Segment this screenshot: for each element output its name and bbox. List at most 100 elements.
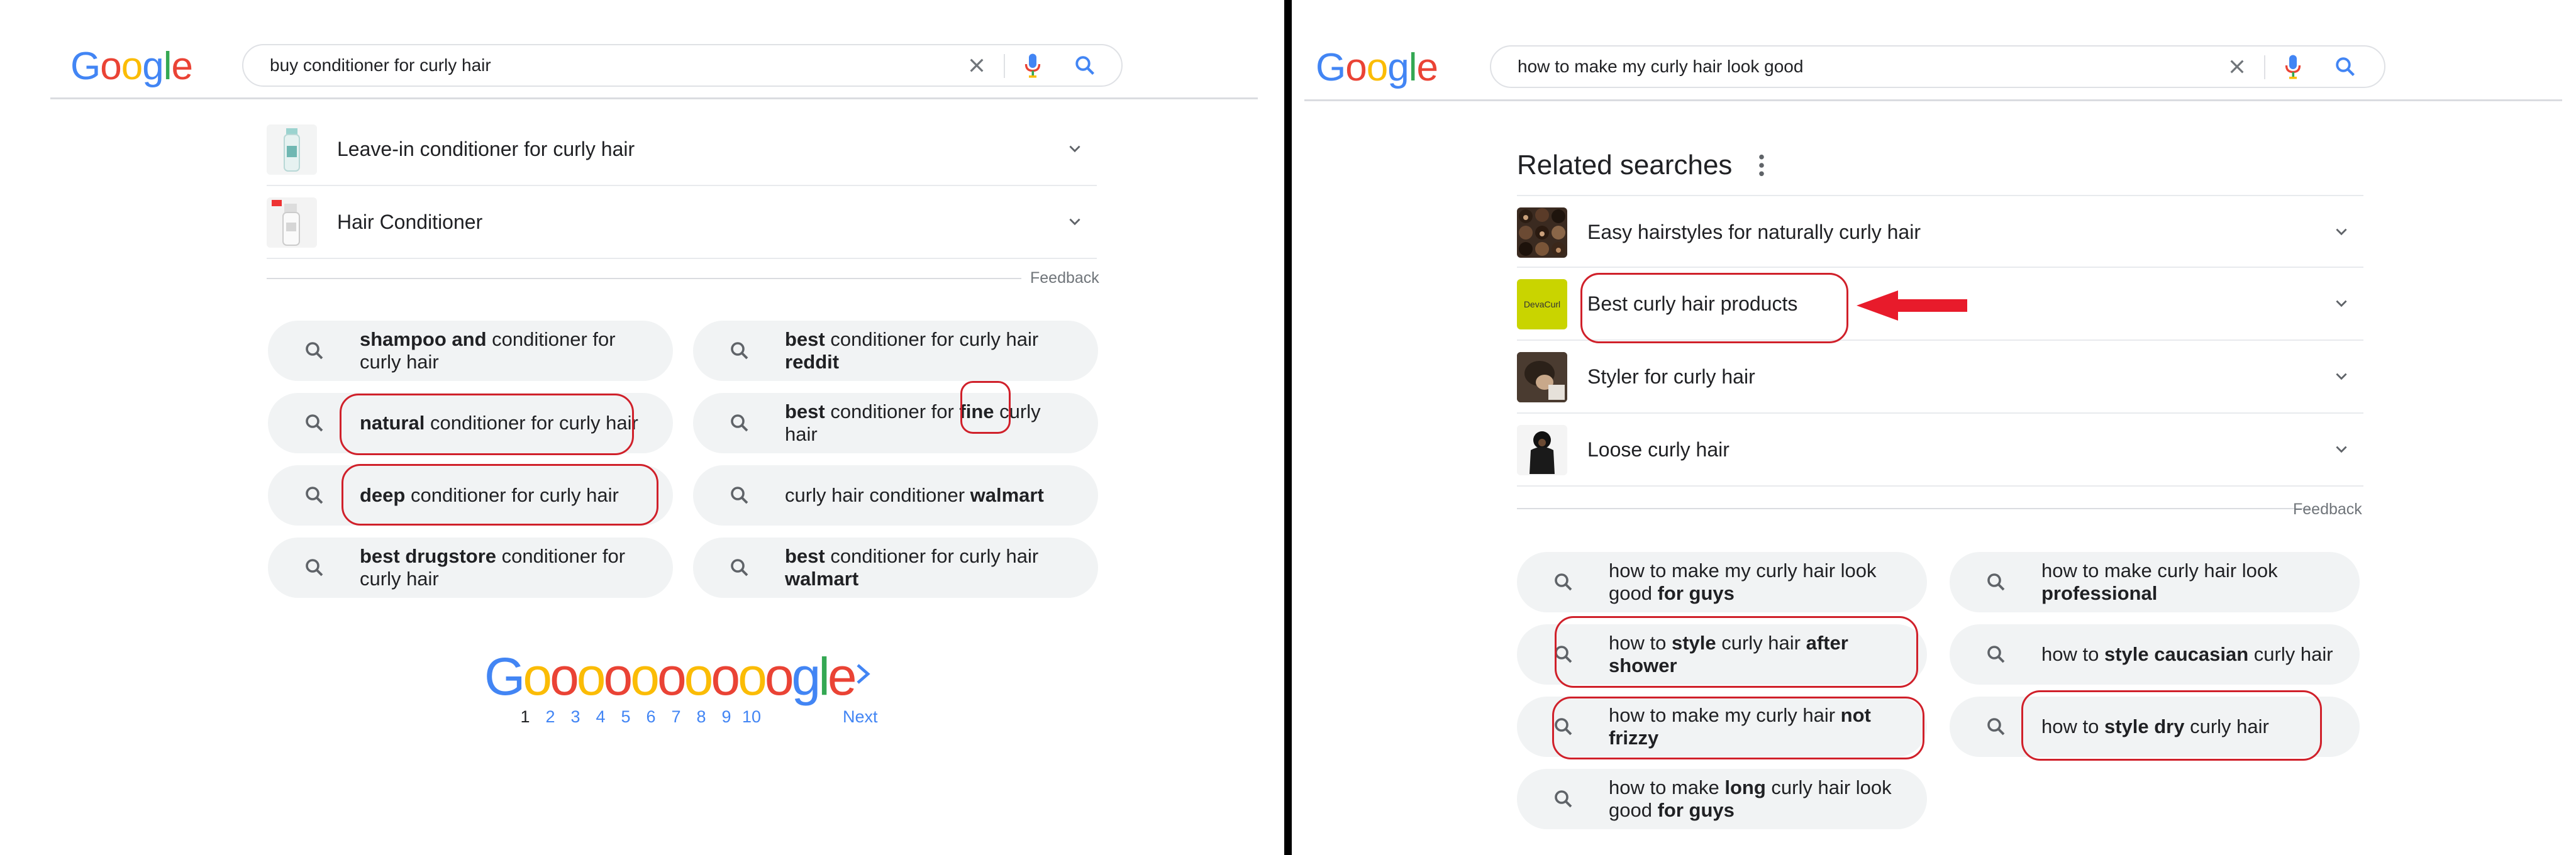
page-number-link[interactable]: 8 <box>689 707 714 727</box>
hairstyle-thumbnail <box>1517 207 1567 258</box>
devacurl-logo-text: DevaCurl <box>1523 299 1561 309</box>
plain-term: how to make curly hair look <box>2041 560 2278 582</box>
page-number-link[interactable]: 1 <box>513 707 538 727</box>
chevron-right-icon[interactable] <box>854 661 872 687</box>
related-search-chip[interactable]: best conditioner for fine curly hair <box>693 393 1098 453</box>
bold-term: style caucasian <box>2104 643 2249 665</box>
related-search-text[interactable]: natural conditioner for curly hair <box>360 393 648 453</box>
bold-term: walmart <box>785 568 859 590</box>
related-search-label[interactable]: Leave-in conditioner for curly hair <box>337 113 635 185</box>
page-number-link[interactable]: 6 <box>638 707 663 727</box>
related-search-text[interactable]: deep conditioner for curly hair <box>360 465 648 526</box>
search-query[interactable]: how to make my curly hair look good <box>1518 47 1803 87</box>
related-search-label[interactable]: Hair Conditioner <box>337 186 482 258</box>
related-search-chip[interactable]: deep conditioner for curly hair <box>268 465 673 526</box>
next-page-link[interactable]: Next <box>843 707 878 727</box>
mic-icon[interactable] <box>1023 53 1042 79</box>
page-number-link[interactable]: 10 <box>739 707 764 727</box>
page-number-link[interactable]: 7 <box>663 707 689 727</box>
related-search-chip[interactable]: best conditioner for curly hair walmart <box>693 538 1098 598</box>
related-search-text[interactable]: how to style curly hair after shower <box>1609 624 1902 685</box>
bold-term: shampoo and <box>360 328 487 350</box>
feedback-link[interactable]: Feedback <box>2293 500 2362 519</box>
related-search-text[interactable]: best conditioner for curly hair walmart <box>785 538 1073 598</box>
related-search-label[interactable]: Styler for curly hair <box>1587 341 1755 412</box>
search-icon <box>1987 646 2005 663</box>
chevron-down-icon[interactable] <box>1067 141 1083 157</box>
related-search-chip[interactable]: how to make long curly hair look good fo… <box>1517 769 1927 829</box>
page-number-link[interactable]: 2 <box>538 707 563 727</box>
related-search-item[interactable]: Loose curly hair <box>1517 414 2363 487</box>
related-search-text[interactable]: how to style caucasian curly hair <box>2041 624 2334 685</box>
google-logo[interactable]: Google <box>1316 45 1438 90</box>
pagination-logo-letter: g <box>791 647 821 706</box>
search-icon <box>306 487 323 504</box>
chevron-down-icon[interactable] <box>2333 441 2350 458</box>
related-search-text[interactable]: how to style dry curly hair <box>2041 697 2334 757</box>
search-box[interactable]: buy conditioner for curly hair <box>242 44 1123 87</box>
clear-icon[interactable] <box>2227 57 2247 77</box>
page-number-link[interactable]: 3 <box>563 707 588 727</box>
search-box[interactable]: how to make my curly hair look good <box>1490 45 2385 88</box>
pagination-logo: Goooooooooogle <box>484 646 857 707</box>
pagination-logo-letter: e <box>827 647 857 706</box>
chevron-down-icon[interactable] <box>1067 214 1083 230</box>
page-number-link[interactable]: 9 <box>714 707 739 727</box>
related-search-text[interactable]: curly hair conditioner walmart <box>785 465 1073 526</box>
search-query[interactable]: buy conditioner for curly hair <box>270 45 491 86</box>
more-vert-icon[interactable] <box>1757 153 1766 177</box>
related-search-label[interactable]: Best curly hair products <box>1587 268 1797 339</box>
related-search-chip[interactable]: how to style caucasian curly hair <box>1950 624 2360 685</box>
pagination-logo-letter: o <box>764 647 794 706</box>
pagination-logo-letter: o <box>738 647 767 706</box>
related-search-item[interactable]: Easy hairstyles for naturally curly hair <box>1517 195 2363 268</box>
mic-icon[interactable] <box>2284 54 2302 80</box>
related-search-chip[interactable]: how to style dry curly hair <box>1950 697 2360 757</box>
related-search-chip[interactable]: how to make my curly hair not frizzy <box>1517 697 1927 757</box>
related-search-text[interactable]: best drugstore conditioner for curly hai… <box>360 538 648 598</box>
related-search-text[interactable]: how to make my curly hair look good for … <box>1609 552 1902 612</box>
search-divider <box>2264 55 2265 79</box>
page-number-link[interactable]: 5 <box>613 707 638 727</box>
bold-term: fine <box>959 400 994 422</box>
google-logo[interactable]: Google <box>70 44 193 89</box>
page-number-link[interactable]: 4 <box>588 707 613 727</box>
related-search-chip[interactable]: natural conditioner for curly hair <box>268 393 673 453</box>
related-search-chip[interactable]: how to make curly hair look professional <box>1950 552 2360 612</box>
pagination-logo-letter: o <box>603 647 633 706</box>
related-search-label[interactable]: Easy hairstyles for naturally curly hair <box>1587 196 1921 268</box>
related-search-text[interactable]: how to make my curly hair not frizzy <box>1609 697 1902 757</box>
related-search-chip[interactable]: how to make my curly hair look good for … <box>1517 552 1927 612</box>
chevron-down-icon[interactable] <box>2333 368 2350 385</box>
related-search-chip[interactable]: how to style curly hair after shower <box>1517 624 1927 685</box>
related-search-item[interactable]: Leave-in conditioner for curly hair <box>267 113 1097 186</box>
related-search-text[interactable]: best conditioner for curly hair reddit <box>785 321 1073 381</box>
plain-term: how to <box>2041 643 2104 665</box>
related-search-item[interactable]: Styler for curly hair <box>1517 341 2363 414</box>
related-search-text[interactable]: how to make curly hair look professional <box>2041 552 2334 612</box>
related-search-text[interactable]: how to make long curly hair look good fo… <box>1609 769 1902 829</box>
pagination-logo-letter: o <box>550 647 579 706</box>
chevron-down-icon[interactable] <box>2333 224 2350 240</box>
chevron-down-icon[interactable] <box>2333 295 2350 312</box>
search-divider <box>1004 54 1005 78</box>
bold-term: for guys <box>1657 582 1735 604</box>
related-search-chip[interactable]: best drugstore conditioner for curly hai… <box>268 538 673 598</box>
related-search-label[interactable]: Loose curly hair <box>1587 414 1729 485</box>
clear-icon[interactable] <box>967 55 987 75</box>
header-divider <box>1304 99 2562 101</box>
feedback-link[interactable]: Feedback <box>1030 269 1099 287</box>
related-search-chip[interactable]: curly hair conditioner walmart <box>693 465 1098 526</box>
search-icon[interactable] <box>2334 55 2357 78</box>
bold-term: best <box>785 328 825 350</box>
related-search-chip[interactable]: best conditioner for curly hair reddit <box>693 321 1098 381</box>
right-screenshot: Google how to make my curly hair look go… <box>1292 0 2576 855</box>
related-search-text[interactable]: best conditioner for fine curly hair <box>785 393 1073 453</box>
search-icon[interactable] <box>1074 54 1096 77</box>
bold-term: professional <box>2041 582 2158 604</box>
search-icon <box>731 414 748 432</box>
plain-term: conditioner for curly hair <box>824 328 1039 350</box>
related-search-text[interactable]: shampoo and conditioner for curly hair <box>360 321 648 381</box>
related-search-chip[interactable]: shampoo and conditioner for curly hair <box>268 321 673 381</box>
related-search-item[interactable]: Hair Conditioner <box>267 186 1097 259</box>
